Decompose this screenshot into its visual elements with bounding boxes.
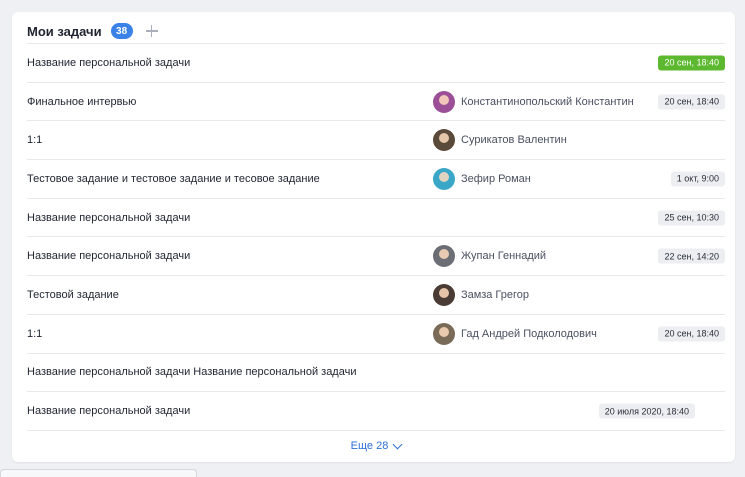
assignee-name: Гад Андрей Подколодович bbox=[461, 327, 597, 340]
card-footer: Еще 28 bbox=[27, 430, 725, 461]
task-name: 1:1 bbox=[27, 134, 43, 147]
assignee-name: Константинопольский Константин bbox=[461, 95, 634, 108]
task-name: Название персональной задачи bbox=[27, 211, 191, 224]
avatar bbox=[433, 322, 455, 345]
assignee[interactable]: Жупан Геннадий bbox=[433, 245, 547, 268]
task-name: Название персональной задачи bbox=[27, 250, 191, 263]
assignee[interactable]: Зефир Роман bbox=[433, 167, 531, 190]
avatar bbox=[433, 283, 455, 306]
due-date-badge: 20 сен, 18:40 bbox=[658, 94, 725, 110]
due-date-badge: 20 сен, 18:40 bbox=[658, 55, 725, 71]
avatar bbox=[433, 129, 455, 152]
task-name: Тестовой задание bbox=[27, 288, 119, 301]
task-row[interactable]: Название персональной задачи 25 сен, 10:… bbox=[27, 197, 725, 237]
chevron-down-icon bbox=[392, 439, 403, 450]
avatar bbox=[433, 245, 455, 268]
assignee[interactable]: Замза Грегор bbox=[433, 283, 529, 306]
task-count-badge: 38 bbox=[110, 23, 133, 39]
task-row[interactable]: 1:1 Сурикатов Валентин bbox=[27, 120, 725, 159]
assignee[interactable]: Сурикатов Валентин bbox=[433, 129, 567, 152]
avatar bbox=[433, 90, 455, 113]
assignee-name: Зефир Роман bbox=[461, 172, 531, 185]
task-name: Финальное интервью bbox=[27, 95, 137, 108]
assignee-name: Жупан Геннадий bbox=[461, 250, 547, 263]
task-row[interactable]: Финальное интервью Константинопольский К… bbox=[27, 81, 725, 121]
task-row[interactable]: Название персональной задачи Название пе… bbox=[27, 352, 725, 392]
task-row[interactable]: 1:1 Гад Андрей Подколодович 20 сен, 18:4… bbox=[27, 313, 725, 353]
assignee[interactable]: Константинопольский Константин bbox=[433, 90, 634, 113]
due-date-badge: 1 окт, 9:00 bbox=[670, 171, 725, 187]
assignee-name: Замза Грегор bbox=[461, 288, 529, 301]
task-name: Название персональной задачи bbox=[27, 56, 191, 69]
task-name: Тестовое задание и тестовое задание и те… bbox=[27, 172, 320, 185]
due-date-badge: 20 сен, 18:40 bbox=[658, 326, 725, 342]
task-name: Название персональной задачи bbox=[27, 405, 191, 418]
due-date-badge: 20 июля 2020, 18:40 bbox=[598, 403, 695, 419]
task-row[interactable]: Тестовое задание и тестовое задание и те… bbox=[27, 159, 725, 198]
task-row[interactable]: Тестовой задание Замза Грегор bbox=[27, 275, 725, 314]
task-row[interactable]: Название персональной задачи 20 июля 202… bbox=[27, 391, 725, 430]
due-date-badge: 25 сен, 10:30 bbox=[658, 210, 725, 226]
assignee-name: Сурикатов Валентин bbox=[461, 134, 567, 147]
task-list: Название персональной задачи 20 сен, 18:… bbox=[27, 43, 725, 430]
avatar bbox=[433, 167, 455, 190]
show-more-label: Еще 28 bbox=[350, 440, 389, 452]
show-more-button[interactable]: Еще 28 bbox=[350, 439, 403, 452]
card-title: Мои задачи bbox=[27, 23, 102, 39]
due-date-badge: 22 сен, 14:20 bbox=[658, 248, 725, 264]
task-row[interactable]: Название персональной задачи 20 сен, 18:… bbox=[27, 43, 725, 82]
card-header: Мои задачи 38 bbox=[27, 18, 160, 44]
task-row[interactable]: Название персональной задачи Жупан Генна… bbox=[27, 236, 725, 275]
add-task-button[interactable] bbox=[144, 23, 160, 39]
horizontal-scrollbar[interactable] bbox=[0, 469, 197, 477]
task-name: Название персональной задачи Название пе… bbox=[27, 366, 357, 379]
my-tasks-card: Мои задачи 38 Название персональной зада… bbox=[12, 12, 735, 462]
assignee[interactable]: Гад Андрей Подколодович bbox=[433, 322, 597, 345]
task-name: 1:1 bbox=[27, 327, 43, 340]
